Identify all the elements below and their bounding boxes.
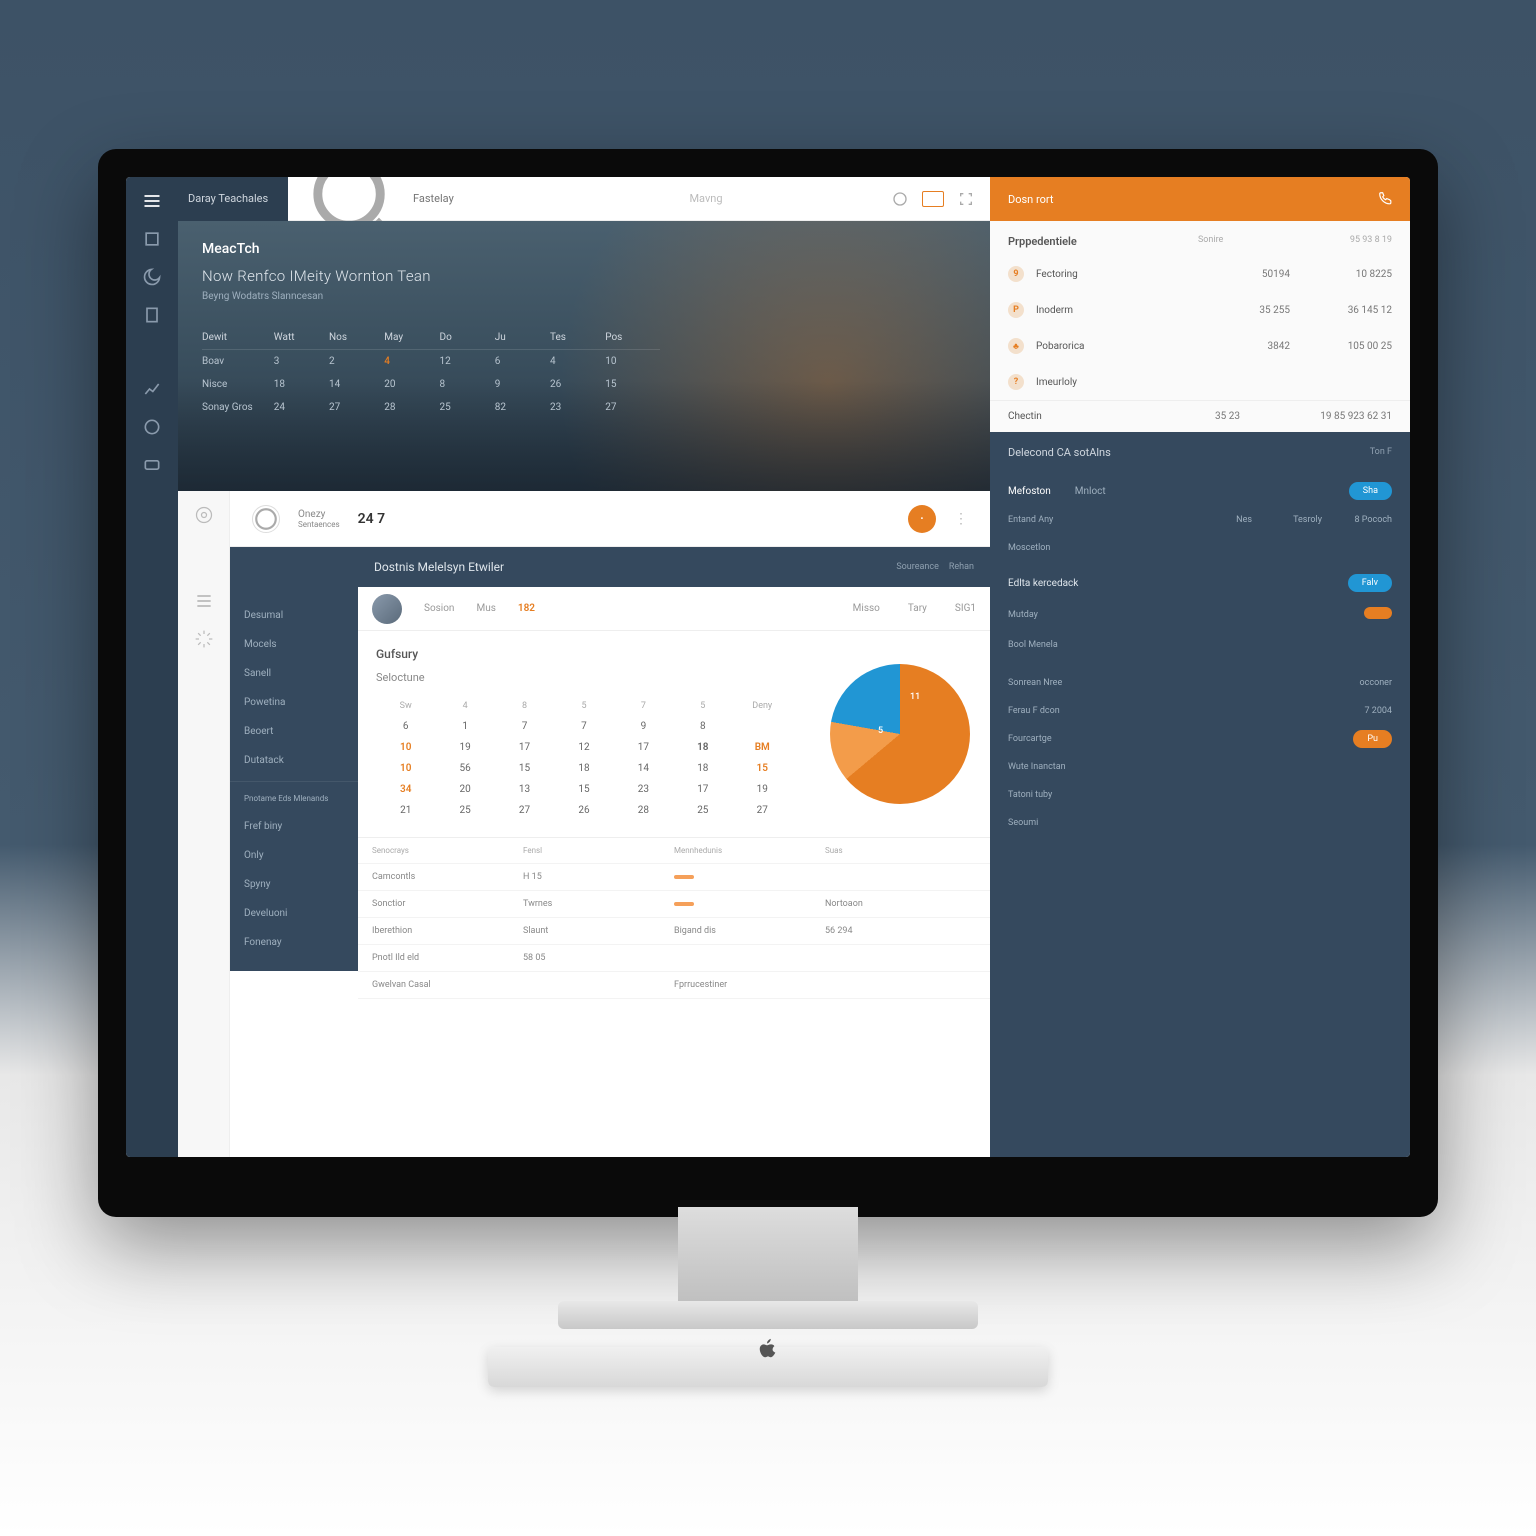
tab[interactable]: Mus	[476, 603, 495, 614]
chip-icon	[1364, 607, 1392, 619]
sidebar-item[interactable]: Develuoni	[230, 899, 358, 928]
right-dark-panel: Delecond CA sotAlnsTon F Mefoston Mnloct…	[990, 432, 1410, 1157]
square-icon[interactable]	[142, 229, 162, 249]
search-input[interactable]	[413, 192, 520, 205]
calendar-grid: Sw48575Deny 617798 101917121718BM 105615…	[376, 696, 792, 821]
top-center-label: Mavng	[520, 192, 892, 205]
sidebar-item[interactable]: Mocels	[230, 630, 358, 659]
moon-icon[interactable]	[142, 267, 162, 287]
right-column: Dosn rort PrppedentieleSonire 95 93 8 19…	[990, 177, 1410, 1157]
row: Ferau F dcon7 2004	[990, 697, 1410, 725]
more-icon[interactable]: ⋮	[954, 511, 968, 527]
tabs: Sosion Mus 182 Misso Tary SIG1	[358, 587, 990, 631]
icon-rail-primary	[126, 177, 178, 1157]
row: Sonrean Nreeocconer	[990, 669, 1410, 697]
row: Moscetlon	[990, 534, 1410, 562]
sidebar-item[interactable]: Fonenay	[230, 928, 358, 957]
tab[interactable]: Tary	[908, 603, 927, 614]
row: Wute Inanctan	[990, 753, 1410, 781]
table-row[interactable]: Pnotl Ild eld58 05	[358, 945, 990, 972]
apple-logo-icon	[757, 1336, 779, 1362]
brand: Daray Teachales	[178, 177, 288, 221]
hero-table: DewitWattNosMayDoJuTesPos Boav324126410 …	[202, 326, 660, 419]
add-button[interactable]: ·	[908, 505, 936, 533]
summary-sub: Sentaences	[298, 520, 340, 529]
avatar[interactable]	[372, 594, 402, 624]
hero-subtitle: Now Renfco IMeity Wornton Tean	[202, 267, 966, 285]
sidebar-item[interactable]: Spyny	[230, 870, 358, 899]
list-item[interactable]: ♣Pobarorica3842105 00 25	[990, 328, 1410, 364]
hero-subtitle2: Beyng Wodatrs Slanncesan	[202, 291, 966, 302]
summary-avatar-icon	[252, 505, 280, 533]
sidebar-item[interactable]: Pnotame Eds Mlenands	[230, 781, 358, 812]
doc-icon[interactable]	[142, 305, 162, 325]
right-list-panel: PrppedentieleSonire 95 93 8 19 9Fectorin…	[990, 221, 1410, 432]
sidebar-item[interactable]: Only	[230, 841, 358, 870]
main-column: Daray Teachales Mavng MeacTch Now Renfco…	[178, 177, 990, 1157]
list-item[interactable]: 9Fectoring5019410 8225	[990, 256, 1410, 292]
right-list-title: Prppedentiele	[1008, 235, 1077, 248]
action-button[interactable]: Sha	[1349, 482, 1392, 500]
table-row[interactable]: IberethionSlauntBigand dis56 294	[358, 918, 990, 945]
menu-icon[interactable]	[142, 191, 162, 211]
row: Seoumi	[990, 809, 1410, 837]
sparkle-icon[interactable]	[194, 629, 214, 649]
table-row[interactable]: CamcontlsH 15	[358, 864, 990, 891]
summary-label: Onezy	[298, 509, 340, 520]
top-actions	[892, 191, 974, 207]
table-row[interactable]: Gwelvan CasalFprrucestiner	[358, 972, 990, 999]
circle-icon[interactable]	[142, 417, 162, 437]
target-icon[interactable]	[194, 505, 214, 525]
list-item[interactable]: PInoderm35 25536 145 12	[990, 292, 1410, 328]
icon-rail-secondary	[178, 491, 230, 1157]
card-icon[interactable]	[142, 455, 162, 475]
table-row[interactable]: SonctiorTwrnesNortoaon	[358, 891, 990, 918]
bottom-table: SenocraysFenslMennhedunisSuas CamcontlsH…	[358, 837, 990, 999]
hero-banner: MeacTch Now Renfco IMeity Wornton Tean B…	[178, 221, 990, 491]
chart-title: Gufsury	[376, 647, 792, 661]
sidebar-item[interactable]: Sanell	[230, 659, 358, 688]
phone-icon[interactable]	[1378, 191, 1392, 208]
sidebar-item[interactable]: Dutatack	[230, 746, 358, 775]
row: FourcartgePu	[990, 725, 1410, 753]
tab[interactable]: Mefoston	[1008, 486, 1051, 497]
summary-value: 24 7	[358, 511, 385, 527]
tab[interactable]: SIG1	[955, 603, 976, 614]
chart-icon[interactable]	[142, 379, 162, 399]
cart-icon[interactable]	[922, 191, 944, 207]
sidebar-item[interactable]: Powetina	[230, 688, 358, 717]
action-button[interactable]: Falv	[1348, 574, 1392, 592]
chart-subtitle: Seloctune	[376, 671, 792, 684]
lower-header: Dostnis Melelsyn Etwiler SoureanceRehan	[358, 547, 990, 587]
sidebar-item[interactable]: Desumal	[230, 601, 358, 630]
sidebar-item[interactable]: Fref biny	[230, 812, 358, 841]
sidebar-item[interactable]: Beoert	[230, 717, 358, 746]
tab[interactable]: Sosion	[424, 603, 454, 614]
pill-button[interactable]: Pu	[1353, 730, 1392, 748]
list-item[interactable]: ?Imeurloly	[990, 364, 1410, 400]
lower-sidebar: Desumal Mocels Sanell Powetina Beoert Du…	[230, 547, 358, 971]
right-header: Dosn rort	[990, 177, 1410, 221]
row: Bool Menela	[990, 631, 1410, 659]
pie-chart: 11 5	[810, 631, 990, 837]
tab[interactable]: Mnloct	[1075, 486, 1106, 497]
hero-title: MeacTch	[202, 241, 966, 257]
lower-content: Dostnis Melelsyn Etwiler SoureanceRehan …	[358, 547, 990, 1157]
tab-active[interactable]: 182	[518, 603, 535, 614]
help-icon[interactable]	[892, 191, 908, 207]
row: Entand AnyNesTesroly8 Pococh	[990, 506, 1410, 534]
row: Tatoni tuby	[990, 781, 1410, 809]
tab[interactable]: Misso	[853, 603, 880, 614]
summary-strip: Onezy Sentaences 24 7 · ⋮	[230, 491, 990, 547]
calendar-card: Gufsury Seloctune Sw48575Deny 617798 101…	[358, 631, 810, 837]
list-icon[interactable]	[194, 591, 214, 611]
row: Mutday	[990, 598, 1410, 631]
expand-icon[interactable]	[958, 191, 974, 207]
list-item[interactable]: Chectin35 2319 85 923 62 31	[990, 400, 1410, 432]
lower-panel: Desumal Mocels Sanell Powetina Beoert Du…	[230, 547, 990, 1157]
topbar: Daray Teachales Mavng	[178, 177, 990, 221]
